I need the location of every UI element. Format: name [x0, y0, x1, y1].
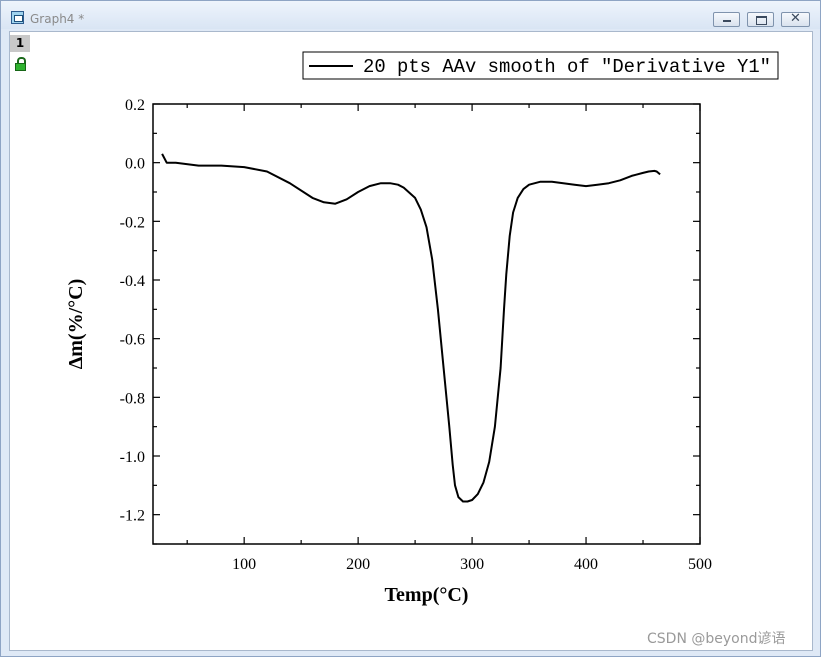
x-tick-label: 500 [688, 556, 712, 573]
y-tick-label: 0.2 [125, 97, 145, 114]
y-tick-label: -0.8 [120, 390, 145, 407]
x-tick-label: 400 [574, 556, 598, 573]
x-tick-label: 300 [460, 556, 484, 573]
y-tick-label: -1.2 [120, 508, 145, 525]
watermark: CSDN @beyond谚语 [647, 631, 786, 647]
derivative-chart: 100 200 300 400 500 0.2 0.0 -0.2 -0.4 -0.6 -0.8 -1.… [65, 51, 779, 606]
y-tick-label: -0.4 [120, 273, 145, 290]
y-tick-label: -1.0 [120, 449, 145, 466]
legend-label: 20 pts AAv smooth of "Derivative Y1" [363, 56, 771, 78]
y-tick-label: -0.2 [120, 214, 145, 231]
series-line [161, 153, 661, 503]
x-tick-label: 100 [232, 556, 256, 573]
plot-frame [152, 103, 701, 545]
y-tick-label: 0.0 [125, 156, 145, 173]
x-axis-label: Temp(°C) [385, 584, 469, 606]
y-axis-label: Δm(%/°C) [65, 279, 87, 370]
x-tick-label: 200 [346, 556, 370, 573]
y-tick-label: -0.6 [120, 332, 145, 349]
